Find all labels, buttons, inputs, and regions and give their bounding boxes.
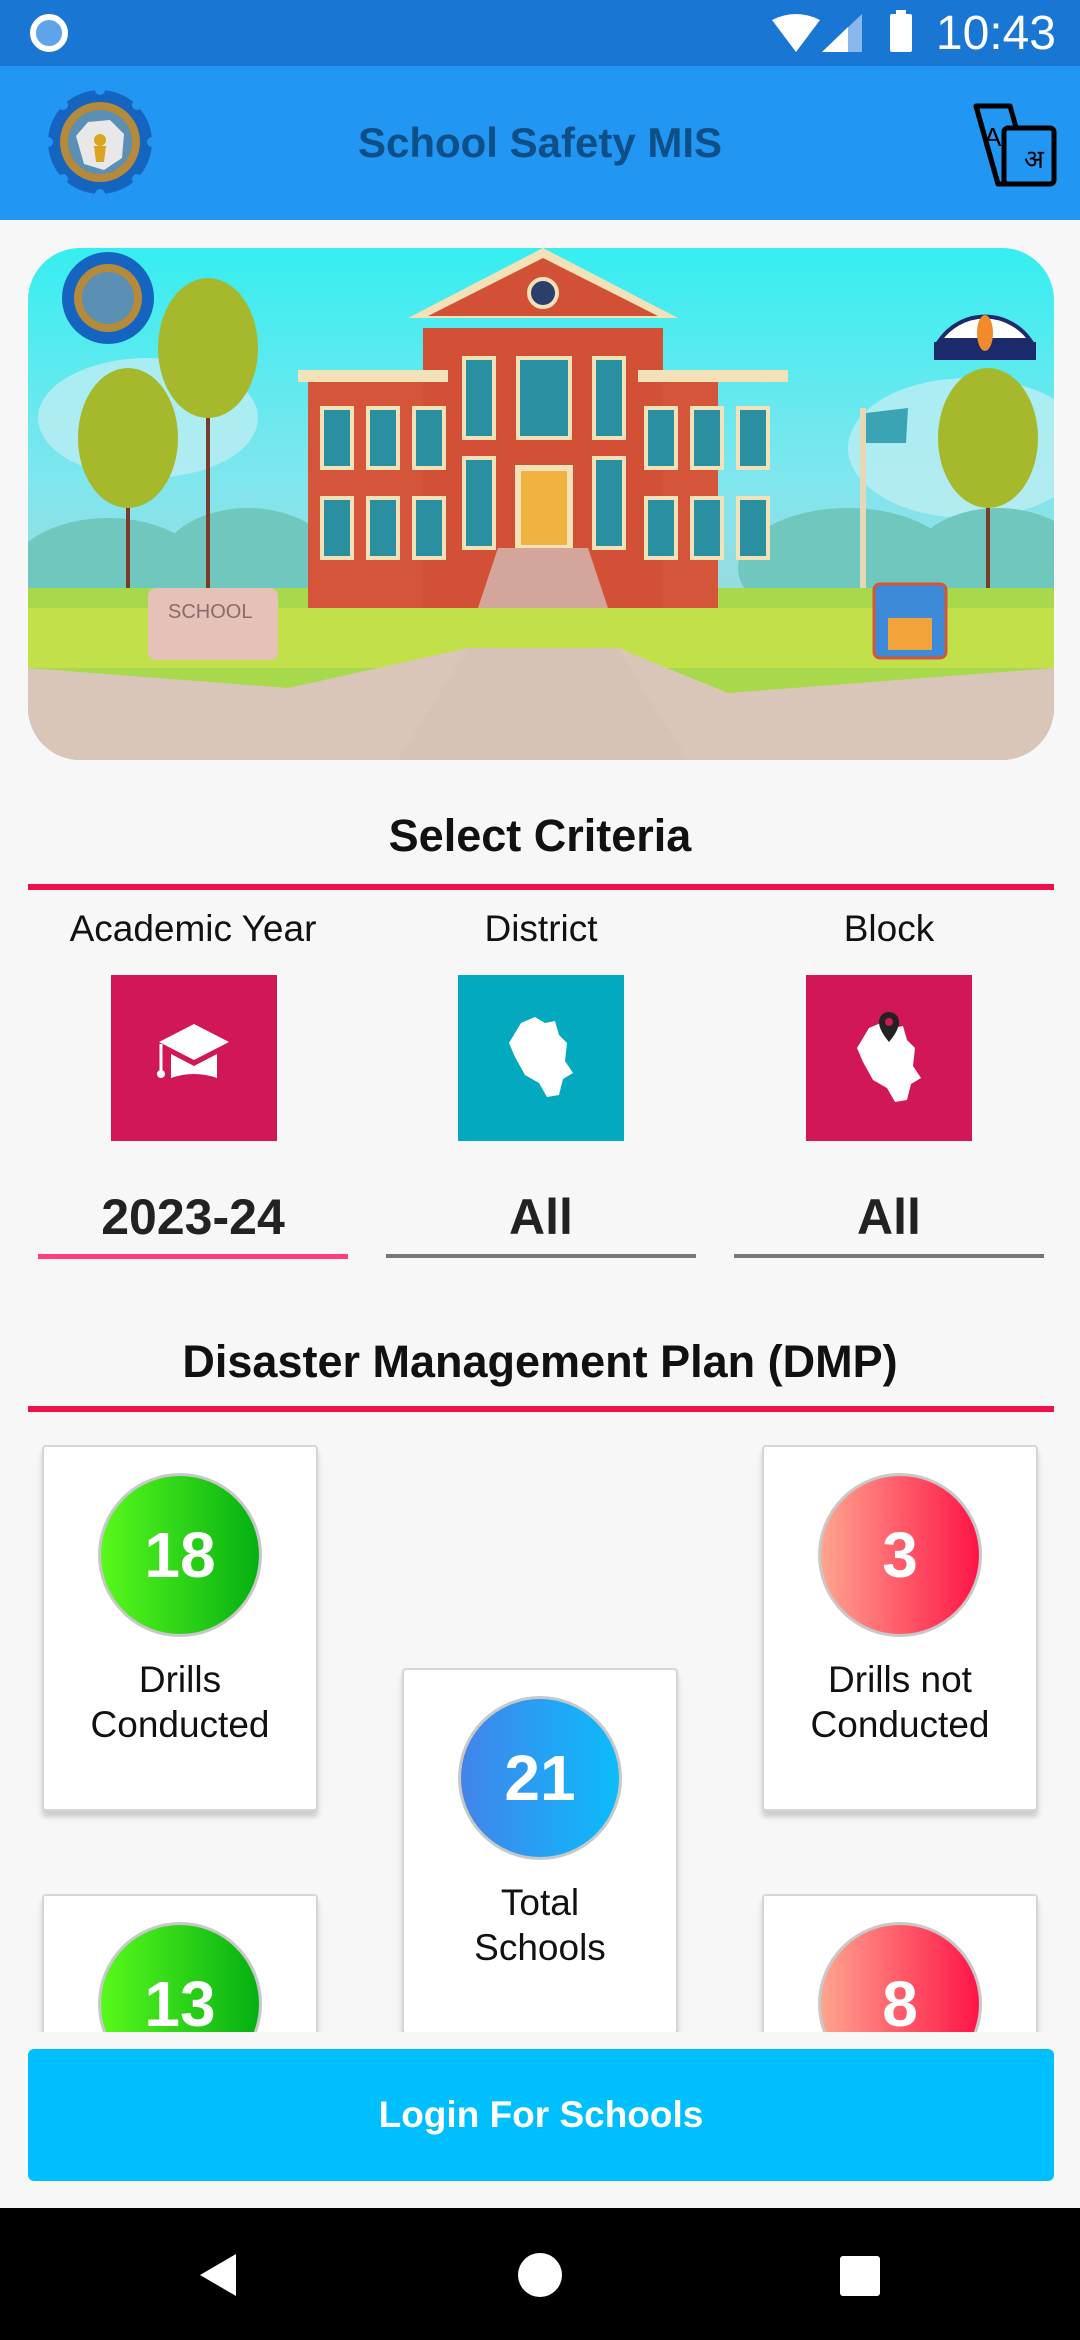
translate-icon[interactable]: A अ — [970, 100, 1060, 190]
stat-card-green-secondary[interactable]: 13 — [42, 1894, 318, 2032]
drills-conducted-label-2: Conducted — [90, 1704, 270, 1745]
dmp-divider — [28, 1406, 1054, 1412]
district-label: District — [484, 908, 598, 949]
red-secondary-count: 8 — [818, 1922, 982, 2032]
wifi-icon — [772, 14, 820, 52]
drills-conducted-count: 18 — [98, 1473, 262, 1637]
school-illustration: SCHOOL — [28, 248, 1054, 760]
graduation-cap-icon — [157, 1024, 229, 1078]
green-secondary-count: 13 — [98, 1922, 262, 2032]
academic-year-tile[interactable] — [111, 975, 277, 1141]
block-underline — [734, 1254, 1044, 1258]
total-schools-label-2: Schools — [474, 1927, 606, 1968]
svg-text:अ: अ — [1024, 145, 1045, 175]
total-schools-count: 21 — [458, 1696, 622, 1860]
academic-year-underline — [38, 1254, 348, 1259]
stat-card-total-schools[interactable]: 21 Total Schools — [402, 1668, 678, 2032]
notification-dot-icon — [30, 14, 68, 52]
school-banner: SCHOOL — [28, 248, 1054, 760]
district-value: All — [509, 1189, 573, 1245]
school-sign-text: SCHOOL — [168, 601, 252, 623]
signal-icon — [822, 14, 862, 52]
criteria-title: Select Criteria — [388, 810, 692, 861]
criteria-divider — [28, 884, 1054, 890]
district-underline — [386, 1254, 696, 1258]
drills-not-conducted-label-1: Drills not — [828, 1659, 972, 1700]
map-pin-icon — [857, 1012, 921, 1102]
block-tile[interactable] — [806, 975, 972, 1141]
app-bar: School Safety MIS A अ — [0, 66, 1080, 220]
login-for-schools-button[interactable]: Login For Schools — [28, 2049, 1054, 2181]
district-tile[interactable] — [458, 975, 624, 1141]
dmp-title: Disaster Management Plan (DMP) — [182, 1336, 898, 1387]
app-title: School Safety MIS — [357, 119, 723, 166]
stat-card-drills-conducted[interactable]: 18 Drills Conducted — [42, 1445, 318, 1811]
block-label: Block — [843, 908, 935, 949]
system-nav-bar — [0, 2208, 1080, 2340]
stat-card-drills-not-conducted[interactable]: 3 Drills not Conducted — [762, 1445, 1038, 1811]
drills-conducted-label-1: Drills — [138, 1659, 222, 1700]
drills-not-conducted-count: 3 — [818, 1473, 982, 1637]
home-icon[interactable] — [516, 2252, 564, 2298]
stat-card-red-secondary[interactable]: 8 — [762, 1894, 1038, 2032]
battery-icon — [890, 10, 912, 52]
total-schools-label-1: Total — [500, 1882, 580, 1923]
dmp-stats-scroll[interactable]: 18 Drills Conducted 3 Drills not Conduct… — [0, 1420, 1080, 2032]
academic-year-value: 2023-24 — [101, 1189, 285, 1245]
status-bar: 10:43 — [0, 0, 1080, 66]
status-time: 10:43 — [935, 7, 1056, 60]
recents-icon[interactable] — [838, 2254, 882, 2298]
drills-not-conducted-label-2: Conducted — [810, 1704, 990, 1745]
svg-text:A: A — [984, 122, 1002, 152]
block-value: All — [857, 1189, 921, 1245]
back-icon[interactable] — [196, 2252, 240, 2298]
academic-year-label: Academic Year — [69, 908, 317, 949]
state-map-icon — [509, 1017, 573, 1097]
